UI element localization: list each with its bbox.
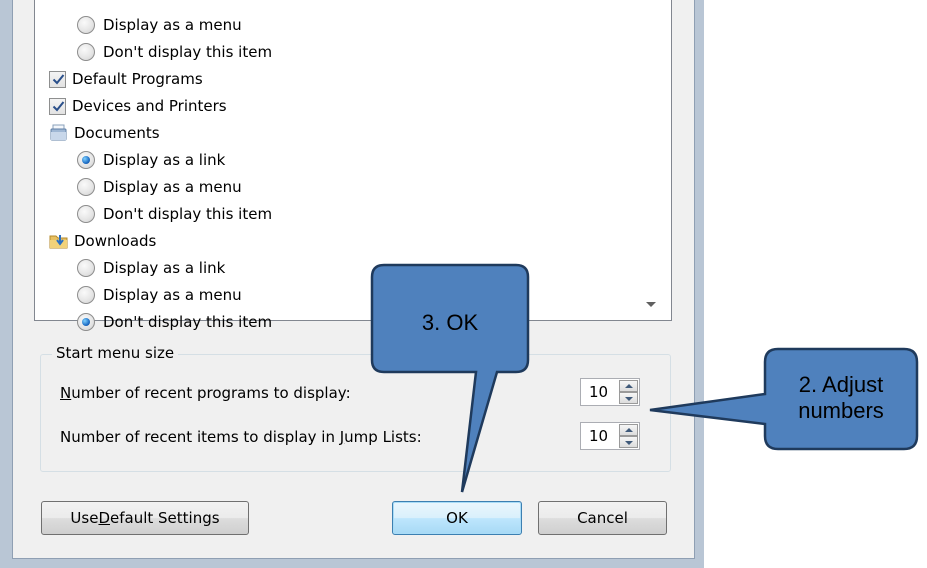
- adjust-callout-line2: numbers: [798, 398, 884, 423]
- callouts-overlay: [370, 263, 919, 493]
- adjust-callout-line1: 2. Adjust: [798, 372, 884, 397]
- ok-callout-text: 3. OK: [421, 310, 479, 335]
- ok-callout-shape: [370, 263, 530, 493]
